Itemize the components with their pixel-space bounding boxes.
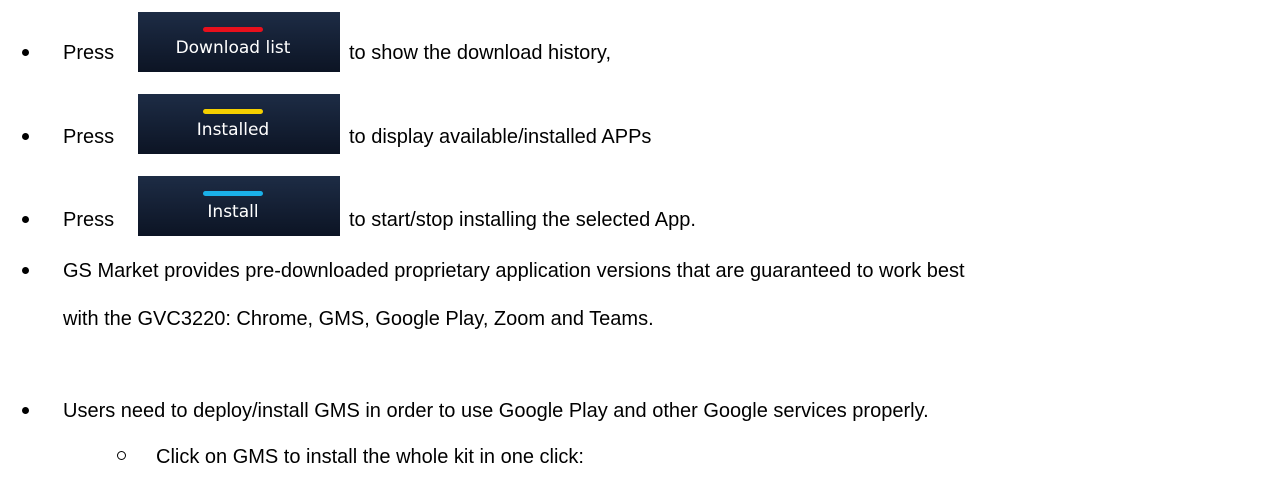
bullet-icon: [22, 267, 29, 274]
install-button-label: Install: [207, 202, 259, 222]
red-accent-bar: [203, 27, 263, 32]
download-list-button[interactable]: Download list: [138, 12, 340, 72]
bullet-icon: [22, 407, 29, 414]
press-label: Press: [63, 126, 115, 148]
press-label: Press: [63, 42, 115, 64]
circle-bullet-icon: [117, 451, 126, 460]
yellow-accent-bar: [203, 109, 263, 114]
install-button[interactable]: Install: [138, 176, 340, 236]
item-description: to show the download history,: [349, 42, 612, 64]
blue-accent-bar: [203, 191, 263, 196]
bullet-icon: [22, 133, 29, 140]
gs-market-line-2: with the GVC3220: Chrome, GMS, Google Pl…: [63, 308, 654, 330]
press-label: Press: [63, 209, 115, 231]
item-description: to display available/installed APPs: [349, 126, 652, 148]
download-list-button-label: Download list: [175, 38, 291, 58]
gms-click-text: Click on GMS to install the whole kit in…: [156, 446, 584, 468]
installed-button[interactable]: Installed: [138, 94, 340, 154]
bullet-icon: [22, 49, 29, 56]
item-description: to start/stop installing the selected Ap…: [349, 209, 696, 231]
bullet-icon: [22, 216, 29, 223]
installed-button-label: Installed: [196, 120, 270, 140]
gms-note-text: Users need to deploy/install GMS in orde…: [63, 400, 929, 422]
gs-market-line-1: GS Market provides pre-downloaded propri…: [63, 260, 965, 282]
